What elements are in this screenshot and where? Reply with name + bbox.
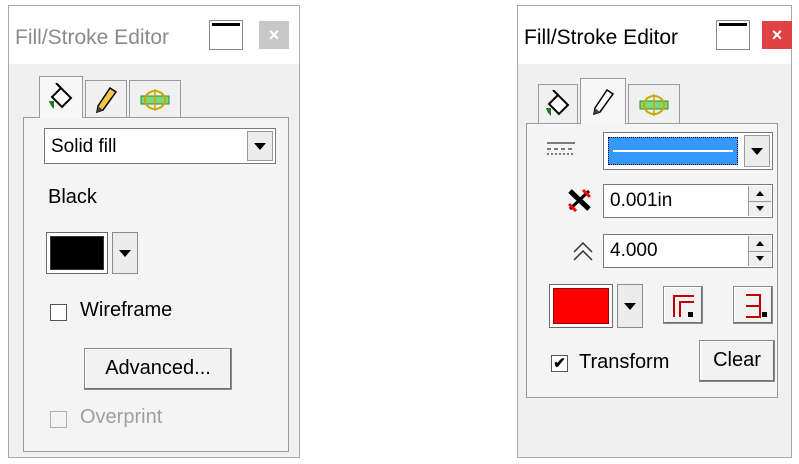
tab-transform[interactable] bbox=[628, 84, 680, 124]
chevron-down-icon[interactable] bbox=[744, 135, 770, 167]
line-width-value: 0.001in bbox=[610, 190, 673, 211]
window-title: Fill/Stroke Editor bbox=[524, 26, 679, 49]
tab-stroke[interactable] bbox=[580, 78, 626, 124]
tab-fill[interactable] bbox=[39, 76, 83, 118]
window-title: Fill/Stroke Editor bbox=[15, 26, 170, 49]
transform-checkbox[interactable]: ✔ bbox=[551, 355, 568, 372]
line-join-icon bbox=[673, 295, 694, 317]
close-button[interactable]: × bbox=[762, 21, 792, 49]
transform-icon bbox=[639, 93, 669, 116]
line-cap-icon bbox=[746, 294, 767, 318]
clear-button[interactable]: Clear bbox=[699, 340, 775, 382]
miter-limit-value: 4.000 bbox=[610, 240, 658, 261]
pencil-icon bbox=[96, 86, 118, 113]
transform-label: Transform bbox=[579, 351, 670, 373]
fill-stroke-editor-panel-left: Fill/Stroke Editor × Solid fill Black Wi… bbox=[8, 5, 300, 458]
advanced-button[interactable]: Advanced... bbox=[84, 348, 232, 390]
tab-transform[interactable] bbox=[129, 80, 181, 118]
miter-limit-icon bbox=[573, 241, 593, 261]
line-style-dropdown[interactable] bbox=[603, 132, 773, 170]
overprint-label: Overprint bbox=[80, 406, 163, 428]
stroke-color-swatch[interactable] bbox=[549, 284, 613, 328]
color-dropdown-button[interactable] bbox=[617, 284, 643, 328]
title-bar[interactable]: Fill/Stroke Editor × bbox=[518, 6, 792, 64]
paint-bucket-icon bbox=[49, 82, 73, 109]
wireframe-label: Wireframe bbox=[80, 299, 173, 321]
line-width-input[interactable]: 0.001in bbox=[603, 184, 773, 218]
fill-stroke-editor-panel-right: Fill/Stroke Editor × 0.001in 4.000 ✔ Tra… bbox=[517, 5, 792, 458]
step-up-icon[interactable] bbox=[749, 236, 771, 252]
miter-limit-stepper[interactable] bbox=[748, 236, 771, 266]
fill-color-swatch[interactable] bbox=[46, 232, 108, 274]
line-width-icon bbox=[567, 188, 592, 212]
step-up-icon[interactable] bbox=[749, 186, 771, 202]
swatch-fill bbox=[50, 236, 104, 270]
line-cap-button[interactable] bbox=[733, 286, 773, 324]
line-join-button[interactable] bbox=[663, 286, 703, 324]
fill-type-dropdown[interactable]: Solid fill bbox=[44, 128, 276, 164]
chevron-down-icon bbox=[119, 249, 131, 257]
fill-type-value: Solid fill bbox=[51, 136, 117, 157]
fill-color-name: Black bbox=[48, 186, 97, 208]
swatch-stroke bbox=[553, 288, 609, 324]
tab-stroke[interactable] bbox=[85, 80, 127, 118]
line-width-stepper[interactable] bbox=[748, 186, 771, 216]
wireframe-checkbox[interactable] bbox=[50, 304, 67, 321]
minimize-button[interactable] bbox=[209, 20, 243, 50]
step-down-icon[interactable] bbox=[749, 251, 771, 266]
step-down-icon[interactable] bbox=[749, 201, 771, 216]
title-bar[interactable]: Fill/Stroke Editor × bbox=[9, 6, 299, 64]
close-button[interactable]: × bbox=[259, 21, 289, 49]
tab-page-fill: Solid fill Black Wireframe Advanced... O… bbox=[23, 117, 289, 452]
chevron-down-icon[interactable] bbox=[247, 131, 273, 161]
tab-fill[interactable] bbox=[538, 84, 578, 124]
minimize-button[interactable] bbox=[716, 20, 750, 50]
color-dropdown-button[interactable] bbox=[112, 232, 138, 274]
clear-button-label: Clear bbox=[713, 349, 761, 371]
advanced-button-label: Advanced... bbox=[105, 357, 211, 379]
dash-pattern-icon bbox=[547, 142, 575, 155]
pencil-icon bbox=[593, 88, 615, 115]
transform-icon bbox=[140, 88, 170, 111]
line-style-preview bbox=[608, 137, 738, 165]
overprint-checkbox[interactable] bbox=[50, 411, 67, 428]
paint-bucket-icon bbox=[546, 89, 570, 116]
miter-limit-input[interactable]: 4.000 bbox=[603, 234, 773, 268]
tab-page-stroke: 0.001in 4.000 ✔ Transform Clear bbox=[526, 123, 778, 398]
chevron-down-icon bbox=[624, 302, 636, 310]
